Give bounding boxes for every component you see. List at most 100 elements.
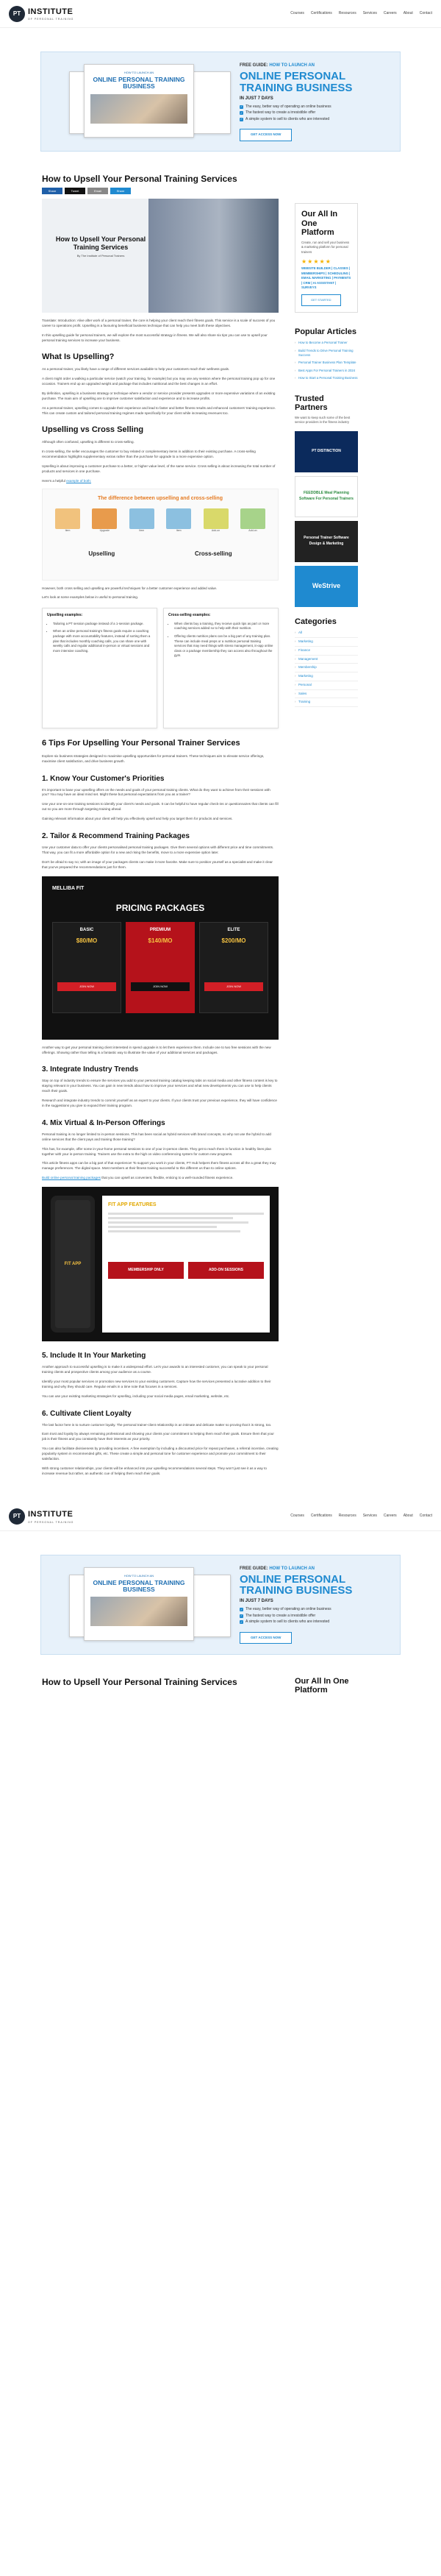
nav-link-about[interactable]: About [404, 11, 413, 17]
banner-bullet: ✓ A simple system to sell to clients who … [240, 116, 330, 121]
diagram-item: Item [127, 508, 157, 538]
share-twitter-button[interactable]: Tweet [65, 188, 85, 195]
partner-ad[interactable]: WeStrive [295, 565, 358, 607]
popular-article-link[interactable]: Best Apps For Personal Trainers in 2024 [295, 369, 358, 374]
nav-link-careers[interactable]: Careers [384, 1514, 397, 1519]
free-guide-banner: HOW TO LAUNCH AN ONLINE PERSONAL TRAININ… [40, 1554, 401, 1655]
upselling-examples-box: Upselling examples: Tailoring a PT sessi… [42, 608, 157, 729]
nav-link-careers[interactable]: Careers [384, 11, 397, 17]
cross-selling-examples-title: Cross-selling examples: [168, 613, 211, 618]
check-icon: ✓ [240, 1619, 243, 1625]
paragraph: You can also facilitate divisiveness by … [42, 1447, 279, 1461]
check-icon: ✓ [240, 104, 243, 109]
diagram-item: Add-on [201, 508, 231, 538]
join-button: JOIN NOW [131, 982, 190, 992]
nav-link-resources[interactable]: Resources [339, 11, 356, 17]
category-link[interactable]: Personal [295, 681, 358, 690]
heading-tip-3: 3. Integrate Industry Trends [42, 1065, 139, 1074]
category-link[interactable]: Marketing [295, 638, 358, 647]
share-buttons: Share Tweet Email Share [42, 188, 279, 195]
rating-stars-icon: ★★★★★ [301, 258, 331, 266]
popular-article-link[interactable]: Build Trends to Drive Personal Training … [295, 349, 358, 358]
partner-ad[interactable]: FEEDDBLE Meal Planning Software For Pers… [295, 475, 358, 517]
category-link[interactable]: Training [295, 698, 358, 708]
category-link[interactable]: All [295, 629, 358, 639]
intro-paragraph: Translate: Introduction: Alive after wor… [42, 319, 276, 328]
nav-link-about[interactable]: About [404, 1514, 413, 1519]
ebook-cover: HOW TO LAUNCH AN ONLINE PERSONAL TRAININ… [84, 64, 194, 138]
promo-features: WEBSITE BUILDER | CLASSES | MEMBERSHIPS … [301, 266, 351, 289]
paragraph: In cross-selling, the seller encourages … [42, 450, 256, 458]
paragraph: Use your one-on-one training sessions to… [42, 802, 279, 812]
site-logo[interactable]: PT INSTITUTE OF PERSONAL TRAINING [9, 1508, 74, 1525]
category-link[interactable]: Management [295, 656, 358, 664]
upselling-examples-title: Upselling examples: [47, 613, 83, 618]
example-item: Tailoring a PT session package instead o… [53, 622, 152, 627]
share-email-button[interactable]: Email [87, 188, 108, 195]
nav-link-services[interactable]: Services [363, 11, 377, 17]
sidebar: Our All In One Platform Create, run and … [295, 174, 358, 1481]
ebook-photo [90, 93, 187, 124]
banner-bullets: ✓ The easy, better way of operating an on… [240, 104, 387, 123]
check-icon: ✓ [240, 117, 243, 121]
paragraph: Here's a helpful example of both: [42, 478, 92, 483]
paragraph: As a personal trainer, upselling comes t… [42, 405, 276, 415]
partners-title: Trusted Partners [295, 394, 328, 413]
heading-tip-4: 4. Mix Virtual & In-Person Offerings [42, 1118, 165, 1127]
share-linkedin-button[interactable]: Share [110, 188, 131, 195]
ebook-mockup: HOW TO LAUNCH AN ONLINE PERSONAL TRAININ… [54, 63, 231, 141]
join-button: JOIN NOW [204, 982, 263, 992]
category-link[interactable]: Sales [295, 690, 358, 699]
popular-article-link[interactable]: How to Become a Personal Trainer [295, 341, 358, 346]
popular-article-link[interactable]: Personal Trainer Business Plan Template [295, 361, 358, 366]
logo-title: INSTITUTE [28, 1510, 74, 1519]
heading-tip-2: 2. Tailor & Recommend Training Packages [42, 832, 190, 841]
diagram-title: The difference between upselling and cro… [98, 495, 223, 501]
banner-copy: FREE GUIDE: HOW TO LAUNCH AN ONLINE PERS… [240, 63, 387, 141]
paragraph: With strong customer relationships, your… [42, 1466, 267, 1475]
example-link[interactable]: example of both: [66, 479, 91, 483]
banner-section: HOW TO LAUNCH AN ONLINE PERSONAL TRAININ… [0, 1531, 441, 1677]
pricing-plan: BASIC $80/MO JOIN NOW [52, 922, 121, 1014]
nav-link-resources[interactable]: Resources [339, 1514, 356, 1519]
paragraph: Personal training is no longer limited t… [42, 1132, 271, 1141]
diagram-item: Add-on [238, 508, 268, 538]
top-nav: PT INSTITUTE OF PERSONAL TRAINING Course… [0, 1502, 441, 1531]
paragraph: Research and integrate industry trends t… [42, 1099, 277, 1107]
get-access-button[interactable]: GET ACCESS NOW [240, 1631, 293, 1644]
nav-link-courses[interactable]: Courses [290, 1514, 304, 1519]
categories-list: All Marketing Finance Management Members… [295, 629, 358, 708]
online-packages-link[interactable]: Build online personal training packages [42, 1176, 101, 1179]
category-link[interactable]: Finance [295, 647, 358, 656]
category-link[interactable]: Marketing [295, 673, 358, 681]
paragraph: By definition, upselling is a business s… [42, 391, 276, 401]
popular-article-link[interactable]: How to Start a Personal Training Busines… [295, 376, 358, 381]
nav-link-courses[interactable]: Courses [290, 11, 304, 17]
heading-what-is-upselling: What Is Upselling? [42, 352, 115, 361]
get-started-button[interactable]: GET STARTED [301, 294, 341, 307]
banner-section: HOW TO LAUNCH AN ONLINE PERSONAL TRAININ… [0, 28, 441, 174]
paragraph: This has, for example, offer some in-you… [42, 1146, 272, 1156]
nav-link-certifications[interactable]: Certifications [311, 1514, 332, 1519]
category-link[interactable]: Membership [295, 664, 358, 673]
promo-title: Our All In One Platform [301, 210, 338, 238]
banner-bullet: ✓ The easy, better way of operating an on… [240, 104, 331, 109]
nav-link-certifications[interactable]: Certifications [311, 11, 332, 17]
pricing-logo: MELLIBA FIT [52, 885, 85, 891]
share-facebook-button[interactable]: Share [42, 188, 62, 195]
get-access-button[interactable]: GET ACCESS NOW [240, 129, 293, 141]
app-panel: FIT APP FEATURES MEMBERSHIP ONLY ADD-ON … [102, 1196, 270, 1333]
partner-ad[interactable]: PT DISTINCTION [295, 430, 358, 472]
nav-link-services[interactable]: Services [363, 1514, 377, 1519]
logo-title: INSTITUTE [28, 7, 74, 16]
free-guide-label: FREE GUIDE: HOW TO LAUNCH AN [240, 1566, 315, 1571]
heading-tip-5: 5. Include It In Your Marketing [42, 1352, 146, 1360]
partner-ad[interactable]: Personal Trainer Software Design & Marke… [295, 520, 358, 562]
paragraph: Don't be afraid to say no; with an image… [42, 859, 273, 869]
logo-mark: PT [9, 1508, 25, 1525]
site-logo[interactable]: PT INSTITUTE OF PERSONAL TRAINING [9, 5, 74, 22]
check-icon: ✓ [240, 1614, 243, 1618]
nav-link-contact[interactable]: Contact [420, 11, 432, 17]
nav-link-contact[interactable]: Contact [420, 1514, 432, 1519]
paragraph: Explore six business strategies designed… [42, 753, 265, 763]
